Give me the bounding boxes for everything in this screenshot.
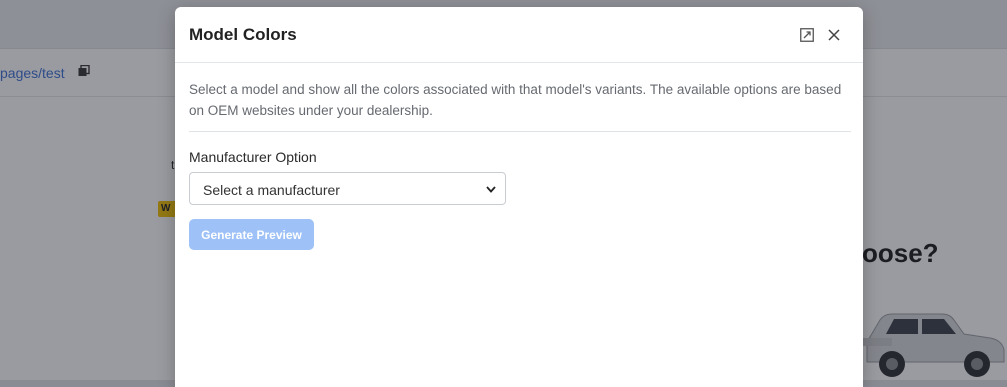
close-button[interactable] (825, 26, 843, 44)
dialog-description: Select a model and show all the colors a… (189, 79, 851, 132)
generate-preview-button[interactable]: Generate Preview (189, 219, 314, 250)
dialog-title: Model Colors (189, 25, 297, 44)
chevron-down-icon (486, 186, 496, 193)
manufacturer-select[interactable]: Select a manufacturer (189, 172, 506, 205)
dialog-body: Select a model and show all the colors a… (175, 63, 863, 250)
dialog-header: Model Colors (175, 7, 863, 63)
close-icon (828, 29, 840, 41)
expand-icon (800, 28, 814, 42)
expand-button[interactable] (798, 26, 816, 44)
manufacturer-label: Manufacturer Option (189, 149, 317, 165)
manufacturer-select-value: Select a manufacturer (203, 182, 340, 198)
model-colors-dialog: Model Colors Select a model and show all… (175, 7, 863, 387)
